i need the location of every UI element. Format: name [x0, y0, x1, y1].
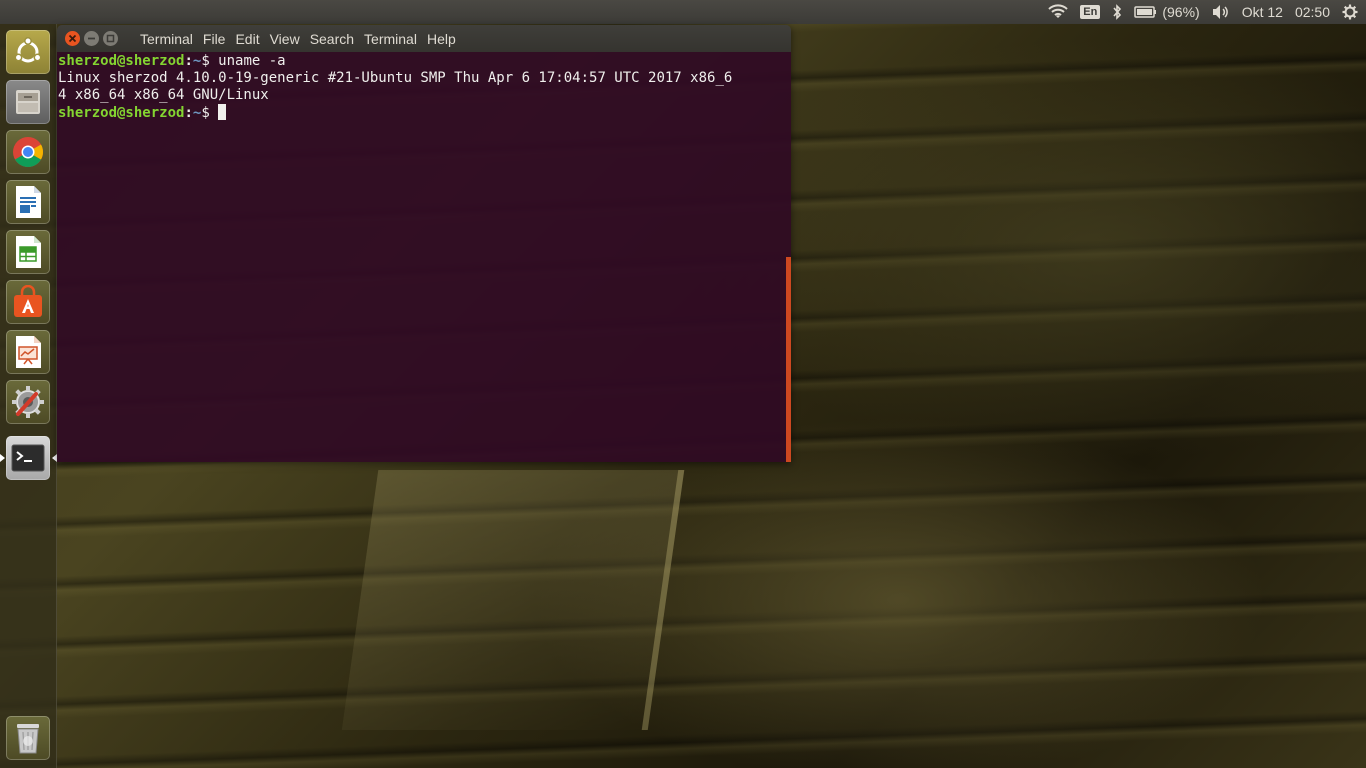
shopping-bag-icon — [14, 285, 42, 317]
terminal-line: sherzod@sherzod:~$ — [58, 104, 791, 122]
chrome-icon — [13, 137, 44, 168]
prompt-colon: : — [184, 53, 193, 69]
presentation-icon — [16, 336, 41, 368]
launcher-impress[interactable] — [6, 330, 50, 374]
session-menu[interactable] — [1342, 0, 1358, 24]
document-writer-icon — [16, 186, 41, 218]
minimize-button[interactable] — [84, 31, 99, 46]
wallpaper-book-detail — [341, 470, 685, 730]
menu-search[interactable]: Search — [305, 31, 359, 47]
running-indicator — [0, 454, 5, 462]
prompt-symbol: $ — [201, 53, 210, 69]
time-label: 02:50 — [1294, 4, 1330, 20]
command-text — [210, 105, 218, 121]
battery-indicator[interactable]: (96%) — [1134, 0, 1200, 24]
close-icon — [68, 34, 77, 43]
prompt-user-host: sherzod@sherzod — [58, 105, 185, 121]
menu-help[interactable]: Help — [422, 31, 461, 47]
file-cabinet-icon — [16, 90, 40, 114]
prompt-symbol: $ — [201, 105, 210, 121]
close-button[interactable] — [65, 31, 80, 46]
launcher-terminal[interactable] — [0, 436, 57, 480]
bluetooth-indicator[interactable] — [1112, 0, 1122, 24]
launcher-dash-button[interactable] — [6, 30, 50, 74]
battery-percentage: (96%) — [1162, 4, 1200, 20]
ubuntu-logo-icon — [14, 37, 42, 63]
keyboard-layout-indicator[interactable]: En — [1080, 0, 1101, 24]
terminal-line: sherzod@sherzod:~$ uname -a — [58, 53, 791, 70]
wifi-icon — [1048, 4, 1068, 18]
launcher-files[interactable] — [6, 80, 50, 124]
menu-view[interactable]: View — [265, 31, 305, 47]
command-text: uname -a — [209, 53, 286, 69]
launcher-chrome[interactable] — [6, 130, 50, 174]
battery-icon — [1134, 6, 1157, 18]
minimize-icon — [88, 37, 95, 40]
menu-file[interactable]: File — [198, 31, 231, 47]
menu-edit[interactable]: Edit — [230, 31, 264, 47]
launcher-writer[interactable] — [6, 180, 50, 224]
maximize-icon — [106, 34, 115, 43]
terminal-window[interactable]: Terminal File Edit View Search Terminal … — [57, 25, 791, 462]
launcher-software-center[interactable] — [6, 280, 50, 324]
unity-launcher — [0, 24, 57, 768]
prompt-user-host: sherzod@sherzod — [58, 53, 185, 69]
sound-indicator[interactable] — [1212, 0, 1230, 24]
prompt-colon: : — [184, 105, 193, 121]
settings-gear-wrench-icon — [12, 386, 44, 418]
gear-icon — [1342, 4, 1358, 20]
date-label: Okt 12 — [1241, 4, 1283, 20]
spreadsheet-icon — [16, 236, 41, 268]
window-titlebar[interactable]: Terminal File Edit View Search Terminal … — [57, 25, 791, 52]
trash-icon — [17, 724, 39, 754]
launcher-system-settings[interactable] — [6, 380, 50, 424]
launcher-trash[interactable] — [6, 716, 50, 760]
terminal-line: Linux sherzod 4.10.0-19-generic #21-Ubun… — [58, 70, 733, 86]
terminal-icon — [11, 444, 45, 472]
wifi-indicator[interactable] — [1048, 0, 1068, 24]
terminal-line: 4 x86_64 x86_64 GNU/Linux — [58, 87, 269, 103]
date-indicator[interactable]: Okt 12 — [1242, 0, 1283, 24]
indicator-area: En (96%) Okt 12 02:50 — [1048, 0, 1358, 24]
top-panel: En (96%) Okt 12 02:50 — [0, 0, 1366, 24]
text-cursor — [218, 104, 227, 120]
bluetooth-icon — [1113, 4, 1122, 20]
language-badge: En — [1080, 5, 1101, 19]
speaker-icon — [1212, 5, 1228, 19]
menu-terminal[interactable]: Terminal — [359, 31, 422, 47]
terminal-output[interactable]: sherzod@sherzod:~$ uname -a Linux sherzod… — [57, 52, 791, 462]
scrollbar[interactable] — [786, 257, 791, 462]
window-title: Terminal — [140, 30, 193, 47]
clock-indicator[interactable]: 02:50 — [1295, 0, 1330, 24]
menu-bar: Terminal File Edit View Search Terminal … — [135, 25, 461, 52]
launcher-calc[interactable] — [6, 230, 50, 274]
maximize-button[interactable] — [103, 31, 118, 46]
